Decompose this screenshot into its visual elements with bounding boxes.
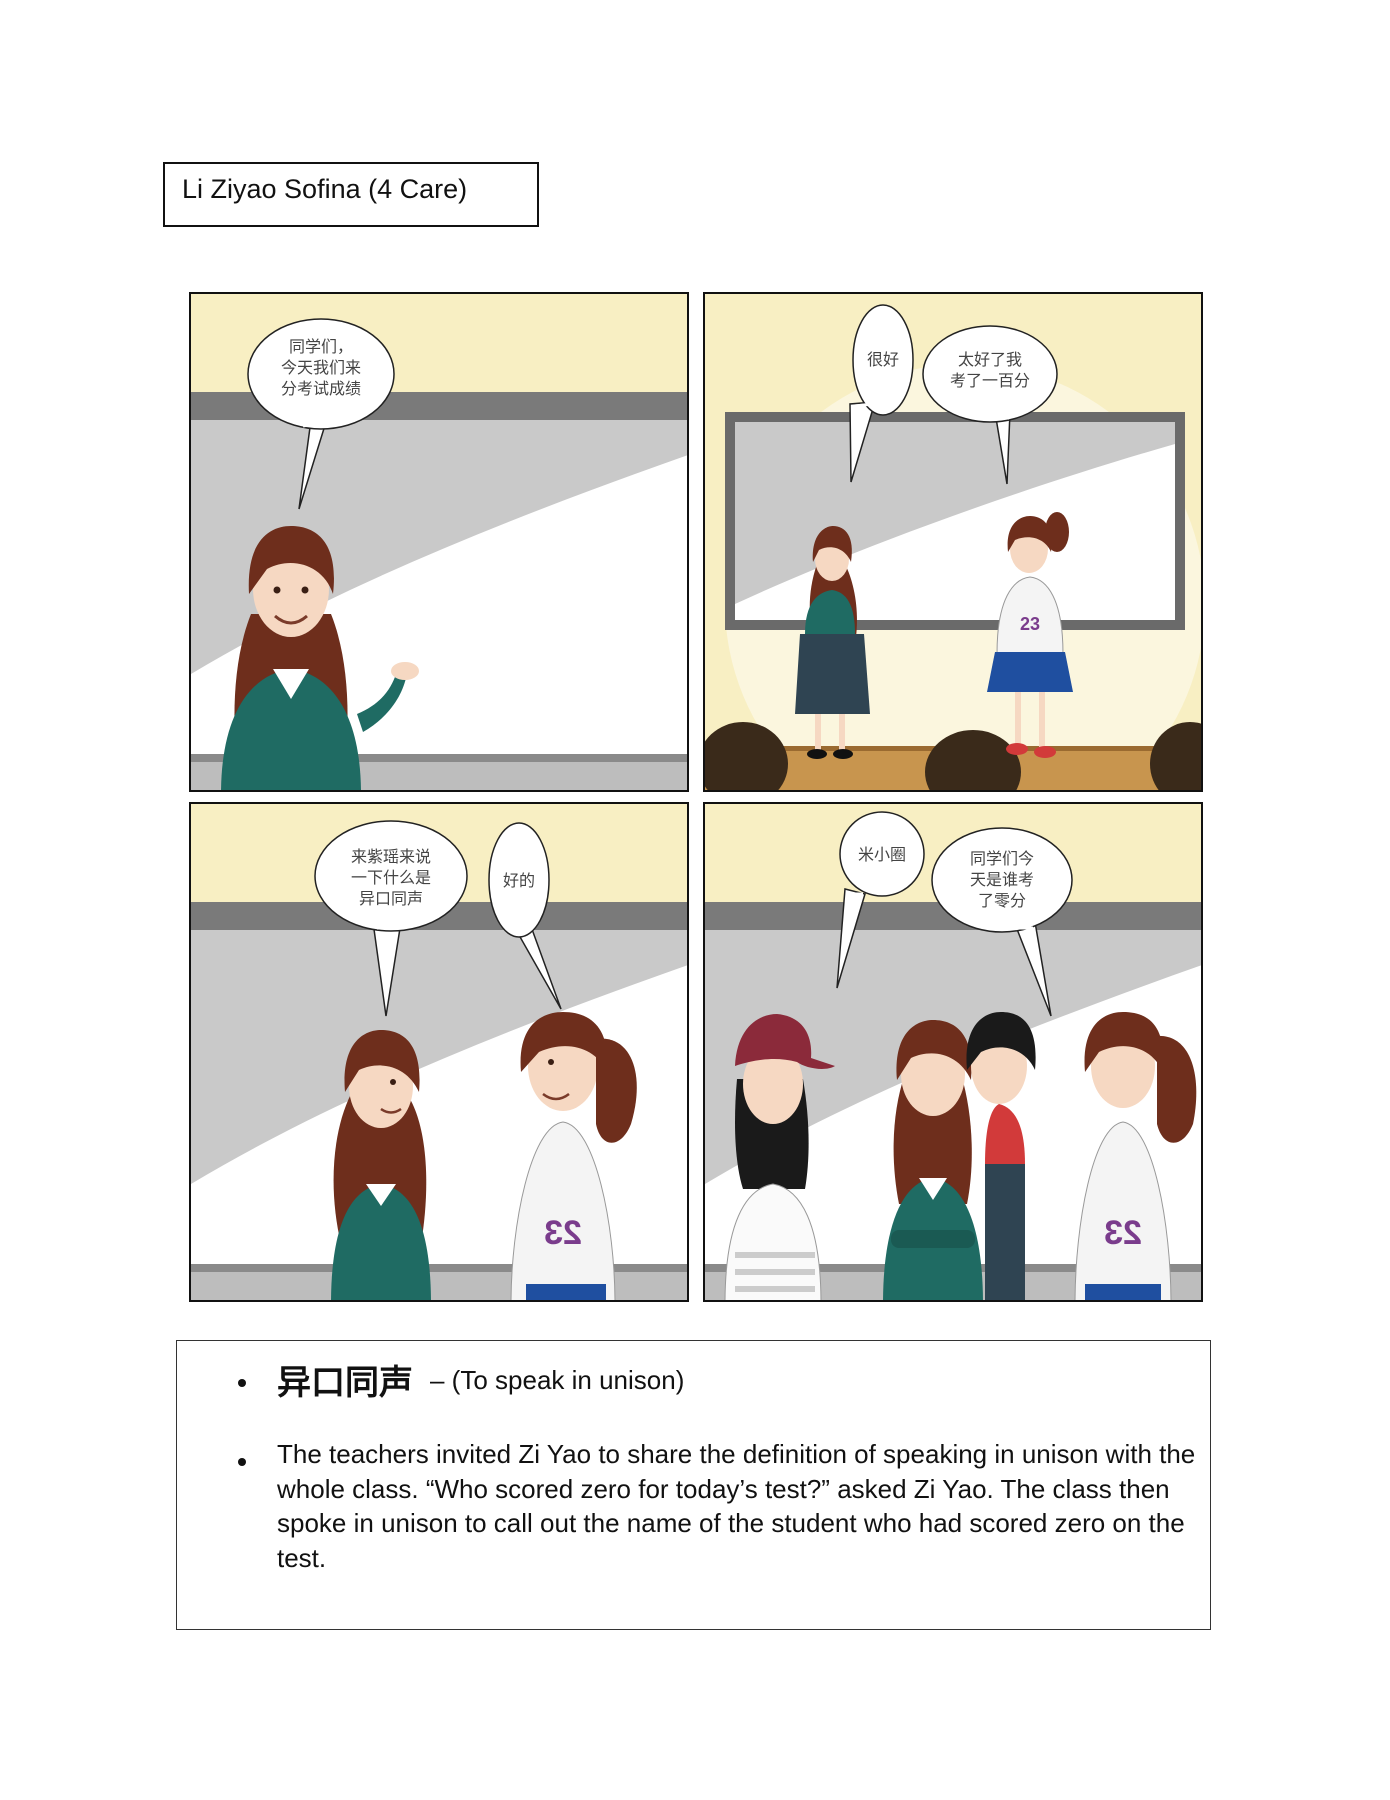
bubble-text-4a: 米小圈 (857, 845, 906, 864)
notes-box: 异口同声 – (To speak in unison) The teachers… (176, 1340, 1211, 1630)
comic-panel-2: 23 很好 太好了我 考了一百分 (703, 292, 1203, 792)
idiom-term: 异口同声 (277, 1363, 413, 1403)
bubble-text-3a: 来紫瑶来说 一下什么是 异口同声 (350, 847, 431, 908)
bubble-text-3b: 好的 (502, 871, 535, 890)
svg-text:23: 23 (1104, 1214, 1142, 1252)
svg-text:23: 23 (544, 1214, 582, 1252)
author-name: Li Ziyao Sofina (4 Care) (182, 174, 468, 204)
story-description: The teachers invited Zi Yao to share the… (277, 1439, 1196, 1573)
idiom-meaning: – (To speak in unison) (430, 1365, 685, 1395)
bullet-2 (238, 1458, 246, 1466)
student-green-figure (331, 1030, 431, 1300)
bubble-text-1: 同学们， 今天我们来 分考试成绩 (280, 337, 361, 398)
comic-panel-1: 同学们， 今天我们来 分考试成绩 (189, 292, 689, 792)
bubble-text-4b: 同学们今 天是谁考 了零分 (969, 849, 1034, 910)
bubble-text-2b: 太好了我 考了一百分 (949, 350, 1030, 390)
svg-text:23: 23 (1020, 614, 1040, 634)
author-name-box: Li Ziyao Sofina (4 Care) (163, 162, 539, 227)
comic-panel-4: 23 米小圈 同学们今 天是谁考 了零分 (703, 802, 1203, 1302)
comic-panel-3: 23 来紫瑶来说 一下什么是 异口同声 好的 (189, 802, 689, 1302)
bubble-text-2a: 很好 (866, 350, 899, 369)
bullet-1 (238, 1379, 246, 1387)
